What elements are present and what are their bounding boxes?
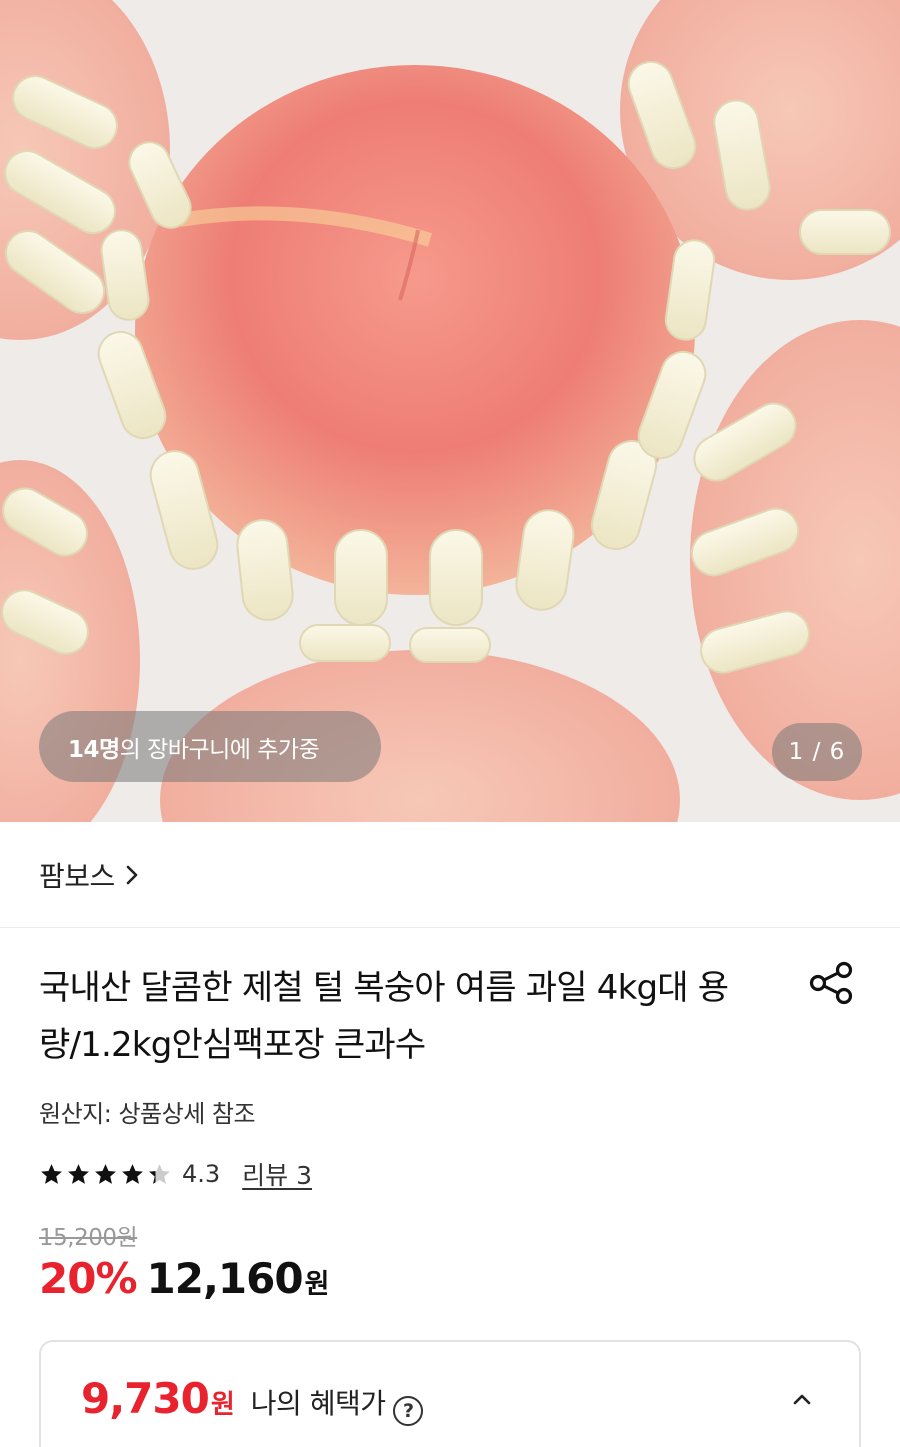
chevron-right-icon	[125, 864, 147, 886]
star-icon	[122, 1163, 143, 1184]
original-price: 15,200원	[39, 1225, 138, 1251]
review-link[interactable]: 리뷰 3	[242, 1156, 312, 1192]
sale-price: 12,160	[146, 1254, 304, 1303]
star-icon	[95, 1163, 116, 1184]
cart-count-text: 의 장바구니에 추가중	[119, 736, 320, 763]
cart-count: 14명	[68, 736, 120, 763]
sale-price-unit: 원	[304, 1269, 330, 1300]
question-circle-icon[interactable]: ?	[393, 1396, 424, 1426]
star-icon	[68, 1163, 89, 1184]
store-link[interactable]: 팜보스	[0, 822, 900, 928]
price-row: 20% 12,160 원	[39, 1254, 329, 1314]
product-image-carousel[interactable]: 14명 의 장바구니에 추가중 1 / 6	[0, 0, 900, 822]
chevron-up-icon[interactable]	[787, 1384, 817, 1414]
my-benefit-price-panel[interactable]: 9,730 원 나의 혜택가 ?	[39, 1340, 861, 1447]
discount-rate: 20%	[39, 1254, 138, 1303]
product-title: 국내산 달콤한 제철 털 복숭아 여름 과일 4kg대 용량/1.2kg안심팩포…	[39, 968, 729, 1065]
image-page-indicator: 1 / 6	[772, 723, 862, 781]
share-icon[interactable]	[805, 959, 857, 1007]
benefit-label: 나의 혜택가	[250, 1387, 386, 1420]
peach-photo	[0, 0, 900, 822]
rating-value: 4.3	[182, 1160, 221, 1188]
benefit-price: 9,730	[81, 1374, 210, 1423]
benefit-price-unit: 원	[210, 1390, 235, 1420]
star-rating	[39, 1162, 172, 1187]
store-name: 팜보스	[39, 859, 115, 893]
star-icon	[41, 1163, 62, 1184]
origin-info: 원산지: 상품상세 참조	[39, 1100, 256, 1128]
star-icon	[149, 1163, 170, 1184]
rating-row: 4.3 리뷰 3	[39, 1156, 312, 1192]
cart-count-badge: 14명 의 장바구니에 추가중	[39, 711, 381, 782]
